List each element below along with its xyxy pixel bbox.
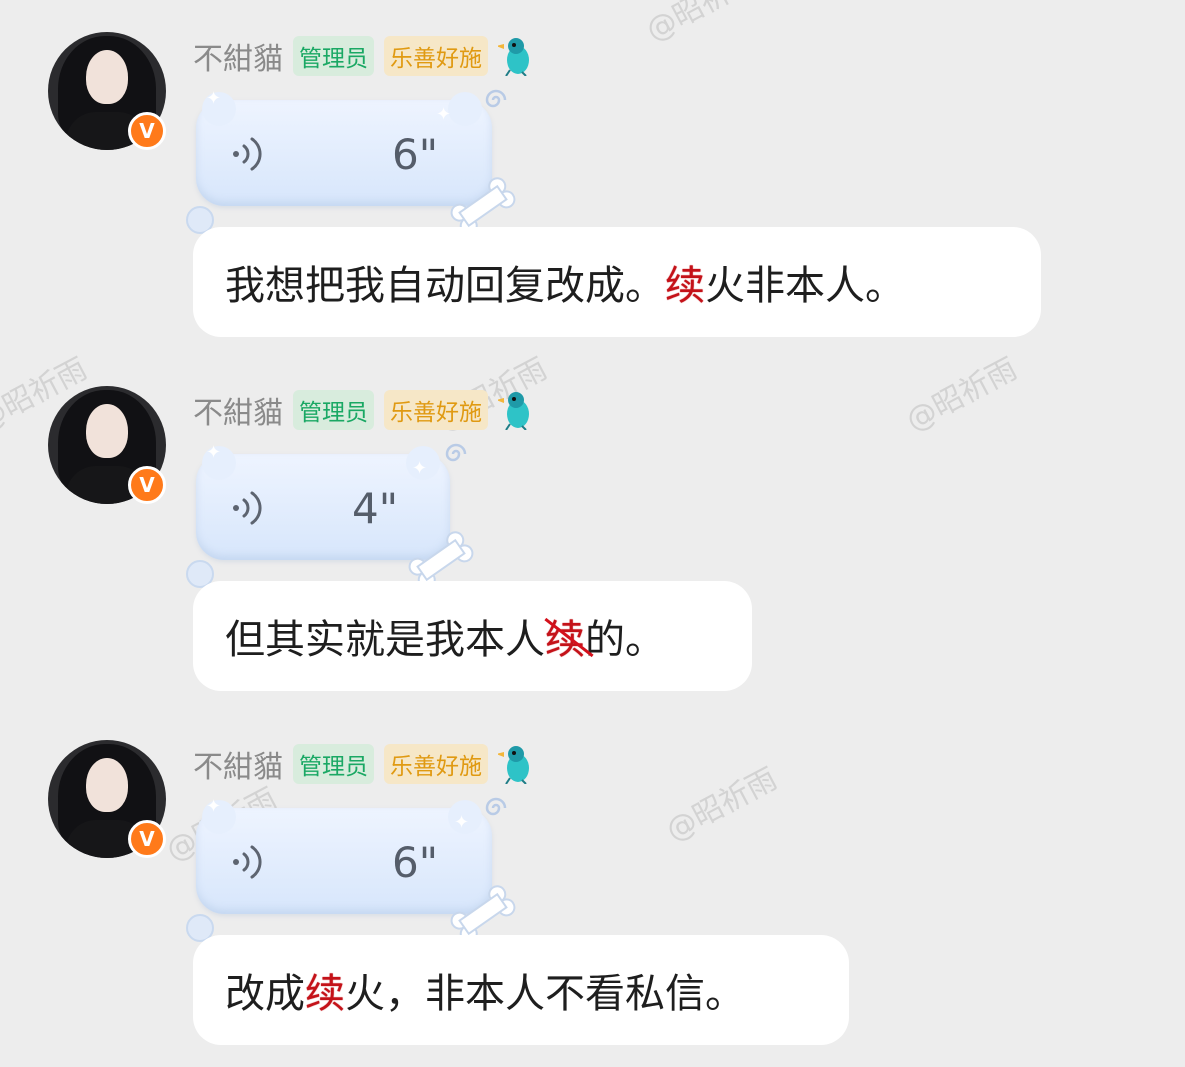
spiral-icon	[485, 797, 507, 816]
highlighted-word: 续	[545, 607, 585, 665]
username[interactable]: 不紺貓	[193, 742, 283, 786]
highlighted-word: 续	[665, 263, 705, 309]
text-message[interactable]: 但其实就是我本人续的。	[193, 581, 752, 691]
username[interactable]: 不紺貓	[193, 388, 283, 432]
text-message[interactable]: 改成续火，非本人不看私信。	[193, 935, 849, 1045]
verified-badge-icon: V	[128, 820, 166, 858]
voice-duration: 4"	[352, 484, 399, 533]
verified-badge-icon: V	[128, 112, 166, 150]
voice-duration: 6"	[392, 838, 439, 887]
message-text: 改成	[225, 971, 305, 1017]
message-group: V 不紺貓 管理员 乐善好施 ✦ ✦ 4" 但其实就是我本人 续 的。	[0, 354, 1185, 704]
voice-message[interactable]: ✦ ✦ 4"	[196, 442, 474, 589]
message-text: 火非本人。	[705, 263, 905, 309]
message-group: V 不紺貓 管理员 乐善好施 ✦ ✦ 6"	[0, 0, 1185, 350]
voice-message[interactable]: ✦ ✦ 6"	[196, 88, 516, 235]
bird-icon	[498, 392, 529, 430]
message-text: 火，非本人不看私信。	[345, 971, 745, 1017]
admin-tag: 管理员	[293, 390, 374, 430]
voice-wave-icon	[233, 491, 262, 525]
charity-tag: 乐善好施	[384, 390, 488, 430]
charity-tag: 乐善好施	[384, 744, 488, 784]
voice-wave-icon	[233, 137, 262, 171]
username[interactable]: 不紺貓	[193, 34, 283, 78]
message-text: 但其实就是我本人	[225, 617, 545, 663]
highlighted-word: 续	[305, 971, 345, 1017]
voice-duration: 6"	[392, 130, 439, 179]
admin-tag: 管理员	[293, 36, 374, 76]
voice-wave-icon	[233, 845, 262, 879]
charity-tag: 乐善好施	[384, 36, 488, 76]
bird-icon	[498, 746, 529, 784]
message-group: V 不紺貓 管理员 乐善好施 ✦ ✦ 6"	[0, 708, 1185, 1058]
bird-icon	[498, 38, 529, 76]
admin-tag: 管理员	[293, 744, 374, 784]
voice-message[interactable]: ✦ ✦ 6"	[196, 796, 516, 943]
message-text: 的。	[585, 617, 665, 663]
spiral-icon	[445, 443, 467, 462]
verified-badge-icon: V	[128, 466, 166, 504]
spiral-icon	[485, 89, 507, 108]
text-message[interactable]: 我想把我自动回复改成。续火非本人。	[193, 227, 1041, 337]
message-text: 我想把我自动回复改成。	[225, 263, 665, 309]
